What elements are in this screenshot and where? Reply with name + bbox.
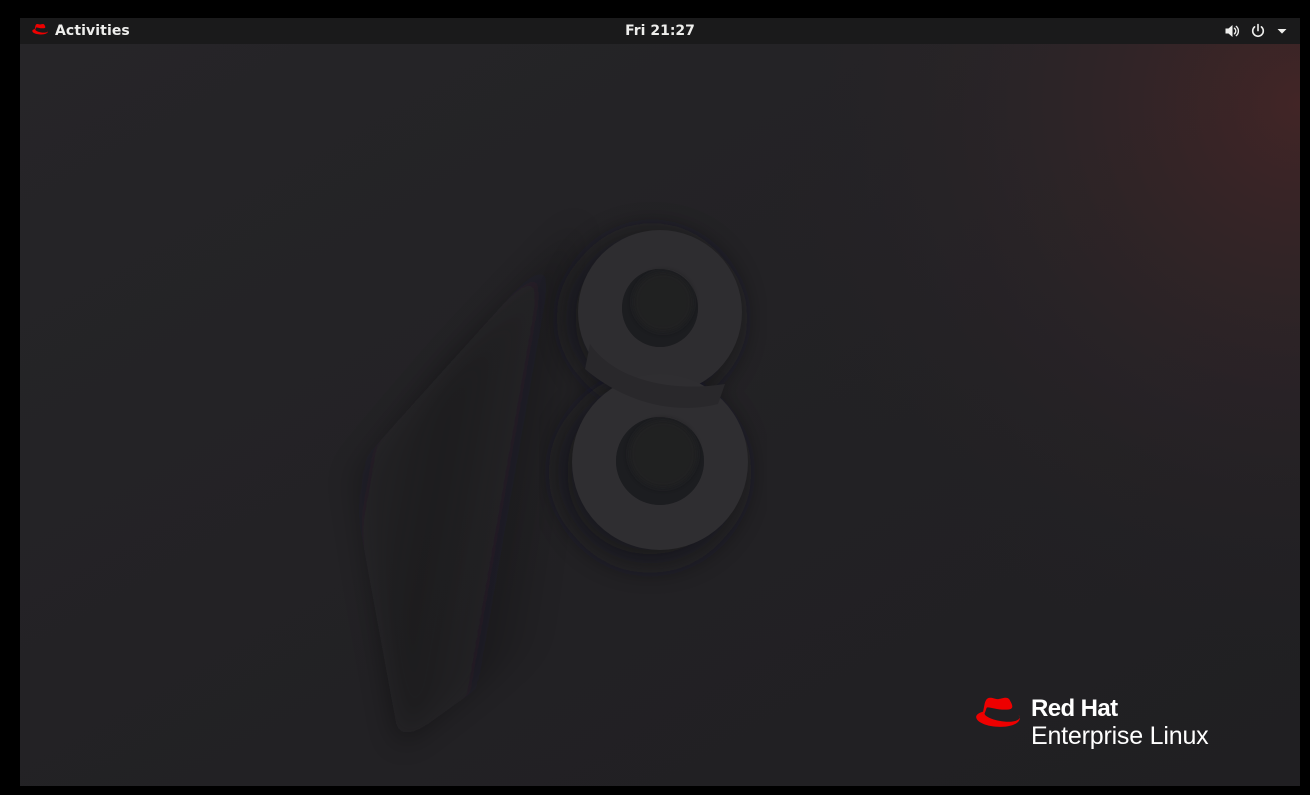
power-icon [1250,23,1266,39]
redhat-logo-icon [32,23,49,40]
top-bar: Activities Fri 21:27 [20,18,1300,44]
clock-button[interactable]: Fri 21:27 [625,23,695,39]
activities-button[interactable]: Activities [28,18,134,44]
brand-product: Enterprise Linux [1031,722,1209,750]
system-menu-button[interactable] [1224,18,1288,44]
redhat-brand-logo: Red Hat Enterprise Linux [975,694,1209,750]
version-mark [20,44,1300,786]
activities-label: Activities [55,23,130,39]
brand-name: Red Hat [1031,695,1118,722]
wallpaper: Red Hat Enterprise Linux [20,44,1300,786]
chevron-down-icon [1276,25,1288,37]
desktop-screen: Activities Fri 21:27 Red Hat Enterprise … [20,18,1300,786]
clock: Fri 21:27 [20,18,1300,44]
volume-icon [1224,23,1240,39]
redhat-logo-icon [975,695,1023,735]
